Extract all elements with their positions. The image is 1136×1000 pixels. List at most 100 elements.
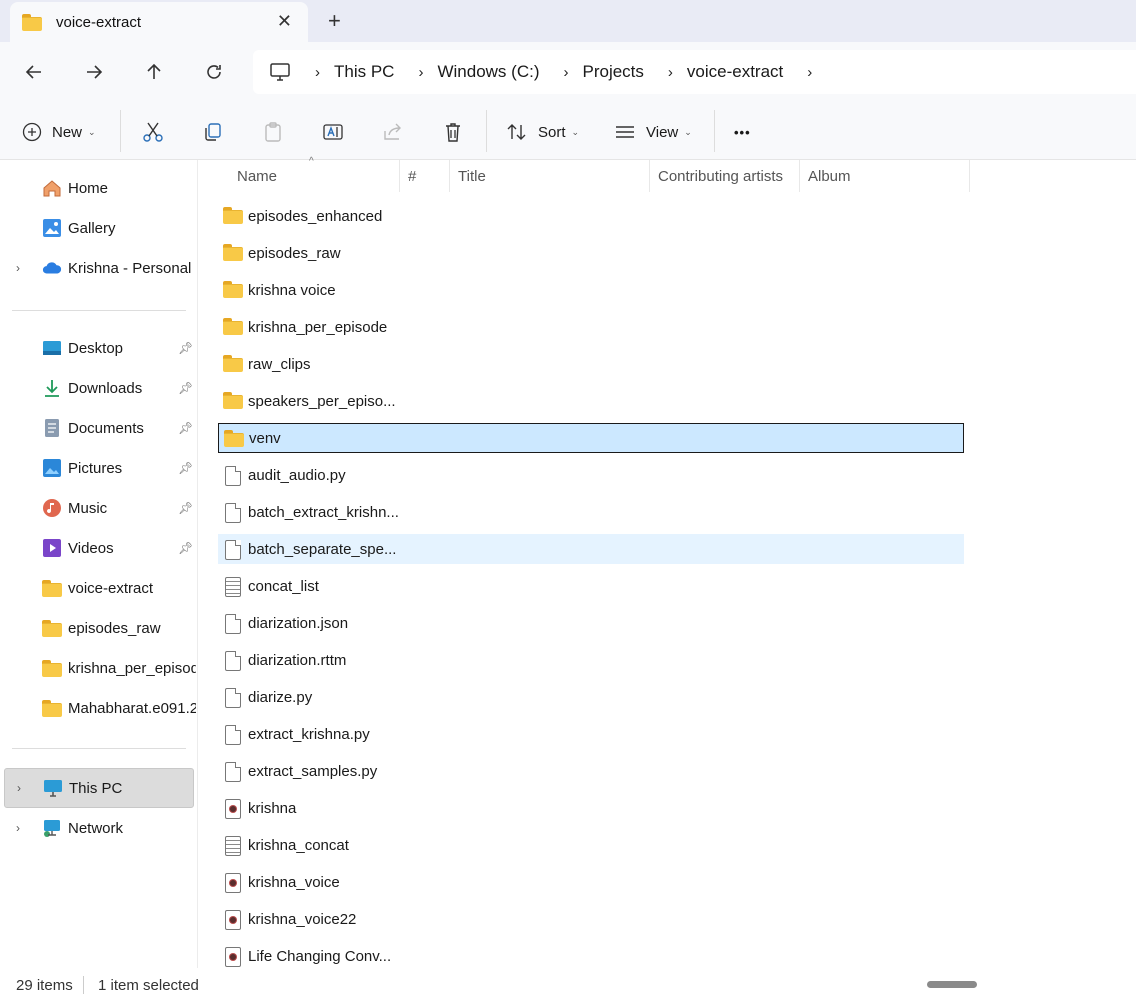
close-tab-icon[interactable]: ✕ bbox=[277, 11, 292, 32]
pin-icon: 📌︎ bbox=[178, 421, 194, 435]
sidebar-item-desktop[interactable]: Desktop 📌︎ bbox=[0, 328, 198, 368]
folder-icon bbox=[42, 658, 62, 678]
sidebar-item-pictures[interactable]: Pictures 📌︎ bbox=[0, 448, 198, 488]
file-name: diarization.rttm bbox=[248, 651, 347, 669]
pin-icon: 📌︎ bbox=[178, 461, 194, 475]
file-row[interactable]: episodes_enhanced bbox=[218, 201, 964, 231]
column-header-number[interactable]: # bbox=[400, 160, 450, 192]
forward-button[interactable] bbox=[80, 58, 108, 86]
sort-button[interactable]: Sort ⌄ bbox=[506, 118, 579, 146]
file-row[interactable]: diarization.json bbox=[218, 608, 964, 638]
breadcrumb-this-pc[interactable]: This PC bbox=[334, 62, 394, 82]
file-row[interactable]: episodes_raw bbox=[218, 238, 964, 268]
cloud-icon bbox=[42, 258, 62, 278]
file-row[interactable]: Life Changing Conv... bbox=[218, 941, 964, 971]
folder-icon bbox=[223, 281, 243, 299]
column-header-title[interactable]: Title bbox=[450, 160, 650, 192]
view-button[interactable]: View ⌄ bbox=[614, 118, 692, 146]
file-row[interactable]: krishna_per_episode bbox=[218, 312, 964, 342]
new-button[interactable]: New ⌄ bbox=[22, 118, 96, 146]
chevron-right-icon: › bbox=[667, 63, 673, 81]
pin-icon: 📌︎ bbox=[178, 541, 194, 555]
sidebar-item-videos[interactable]: Videos 📌︎ bbox=[0, 528, 198, 568]
file-name: krishna_voice22 bbox=[248, 910, 357, 928]
breadcrumb-windows-c[interactable]: Windows (C:) bbox=[437, 62, 539, 82]
arrow-up-icon bbox=[147, 63, 161, 79]
breadcrumb-voice-extract[interactable]: voice-extract bbox=[687, 62, 783, 82]
cut-button[interactable] bbox=[142, 118, 164, 146]
file-row[interactable]: diarize.py bbox=[218, 682, 964, 712]
network-icon bbox=[42, 818, 62, 838]
selection-count: 1 item selected bbox=[98, 977, 199, 994]
horizontal-scrollbar[interactable] bbox=[927, 981, 977, 988]
sidebar-item-episodes-raw[interactable]: episodes_raw bbox=[0, 608, 198, 648]
new-tab-button[interactable]: + bbox=[328, 8, 341, 34]
chevron-right-icon[interactable]: › bbox=[16, 821, 20, 835]
sort-label: Sort bbox=[538, 123, 566, 141]
file-row[interactable]: batch_extract_krishn... bbox=[218, 497, 964, 527]
file-icon bbox=[223, 466, 243, 486]
sidebar-item-label: krishna_per_episode bbox=[68, 659, 196, 677]
sidebar-item-label: Documents bbox=[68, 419, 144, 437]
column-header-contributing-artists[interactable]: Contributing artists bbox=[650, 160, 800, 192]
file-row[interactable]: krishna_concat bbox=[218, 830, 964, 860]
sidebar-item-home[interactable]: Home bbox=[0, 168, 198, 208]
chevron-right-icon[interactable]: › bbox=[807, 64, 812, 81]
file-name: krishna_concat bbox=[248, 836, 349, 854]
rename-button[interactable] bbox=[322, 118, 344, 146]
file-row[interactable]: diarization.rttm bbox=[218, 645, 964, 675]
sidebar-item-label: Network bbox=[68, 819, 124, 837]
back-button[interactable] bbox=[20, 58, 48, 86]
file-row[interactable]: krishna_voice22 bbox=[218, 904, 964, 934]
sort-ascending-icon: ^ bbox=[309, 156, 314, 167]
sidebar-item-this-pc[interactable]: › This PC bbox=[4, 768, 194, 808]
file-row[interactable]: krishna_voice bbox=[218, 867, 964, 897]
refresh-button[interactable] bbox=[200, 58, 228, 86]
file-row[interactable]: extract_samples.py bbox=[218, 756, 964, 786]
more-options-button[interactable]: ••• bbox=[734, 118, 751, 146]
sidebar-item-label: Krishna - Personal bbox=[68, 259, 192, 277]
file-row[interactable]: concat_list bbox=[218, 571, 964, 601]
chevron-right-icon[interactable]: › bbox=[17, 781, 21, 795]
up-button[interactable] bbox=[140, 58, 168, 86]
sidebar-item-onedrive[interactable]: › Krishna - Personal bbox=[0, 248, 198, 288]
file-row[interactable]: raw_clips bbox=[218, 349, 964, 379]
file-name: extract_krishna.py bbox=[248, 725, 370, 743]
address-bar[interactable]: › This PC › Windows (C:) › Projects › vo… bbox=[253, 50, 1136, 94]
column-header-name[interactable]: ^ Name bbox=[229, 156, 400, 192]
breadcrumb-projects[interactable]: Projects bbox=[582, 62, 643, 82]
divider bbox=[12, 310, 186, 311]
share-button[interactable] bbox=[382, 118, 404, 146]
chevron-right-icon[interactable]: › bbox=[16, 261, 20, 275]
file-name: extract_samples.py bbox=[248, 762, 378, 780]
file-row[interactable]: batch_separate_spe... bbox=[218, 534, 964, 564]
folder-icon bbox=[22, 14, 42, 31]
file-row[interactable]: venv bbox=[218, 423, 964, 453]
file-row[interactable]: audit_audio.py bbox=[218, 460, 964, 490]
music-icon bbox=[42, 498, 62, 518]
column-header-label: Title bbox=[458, 167, 486, 185]
paste-button[interactable] bbox=[262, 118, 284, 146]
sidebar-item-downloads[interactable]: Downloads 📌︎ bbox=[0, 368, 198, 408]
chevron-down-icon: ⌄ bbox=[88, 126, 96, 137]
delete-button[interactable] bbox=[442, 118, 464, 146]
arrow-right-icon bbox=[87, 65, 103, 79]
sidebar-item-voice-extract[interactable]: voice-extract bbox=[0, 568, 198, 608]
file-row[interactable]: krishna voice bbox=[218, 275, 964, 305]
navigation-pane: Home Gallery › Krishna - Personal Deskto… bbox=[0, 160, 198, 968]
sidebar-item-mahabharat[interactable]: Mahabharat.e091.2 bbox=[0, 688, 198, 728]
file-icon bbox=[223, 725, 243, 745]
file-row[interactable]: speakers_per_episo... bbox=[218, 386, 964, 416]
sidebar-item-music[interactable]: Music 📌︎ bbox=[0, 488, 198, 528]
file-row[interactable]: krishna bbox=[218, 793, 964, 823]
tab-title: voice-extract bbox=[56, 13, 142, 31]
tab-voice-extract[interactable]: voice-extract ✕ bbox=[10, 2, 308, 42]
sidebar-item-documents[interactable]: Documents 📌︎ bbox=[0, 408, 198, 448]
sidebar-item-network[interactable]: › Network bbox=[0, 808, 198, 848]
copy-button[interactable] bbox=[202, 118, 224, 146]
sidebar-item-gallery[interactable]: Gallery bbox=[0, 208, 198, 248]
file-row[interactable]: extract_krishna.py bbox=[218, 719, 964, 749]
column-header-album[interactable]: Album bbox=[800, 160, 970, 192]
file-name: audit_audio.py bbox=[248, 466, 346, 484]
sidebar-item-krishna-per-episode[interactable]: krishna_per_episode bbox=[0, 648, 198, 688]
